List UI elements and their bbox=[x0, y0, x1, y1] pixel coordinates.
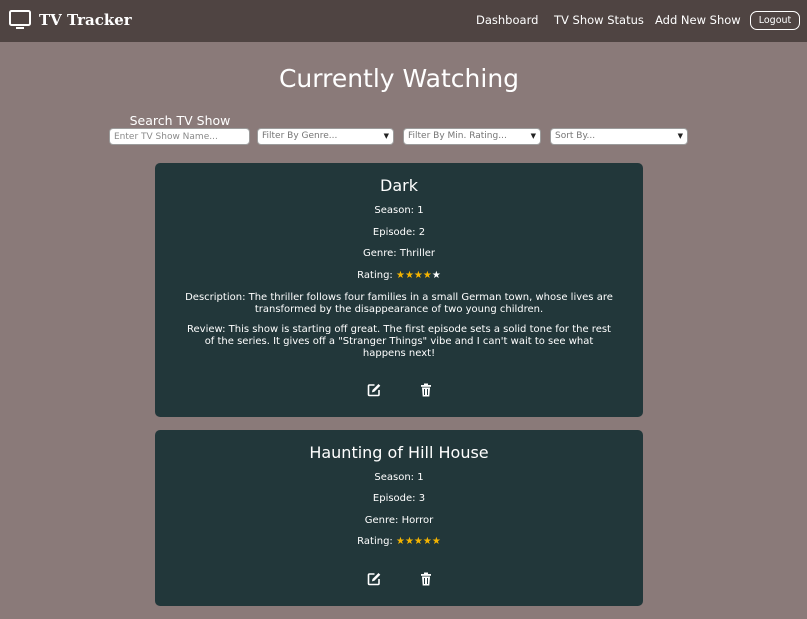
star-filled-icon: ★ bbox=[422, 270, 432, 281]
nav-dashboard[interactable]: Dashboard bbox=[476, 13, 538, 27]
star-filled-icon: ★ bbox=[404, 536, 414, 547]
show-season: Season: 1 bbox=[374, 205, 424, 216]
edit-button[interactable] bbox=[366, 571, 382, 587]
tv-icon bbox=[9, 10, 31, 29]
show-rating: Rating: ★★★★★ bbox=[155, 536, 643, 547]
show-title: Haunting of Hill House bbox=[309, 443, 489, 462]
rating-label: Rating: bbox=[357, 536, 393, 547]
delete-button[interactable] bbox=[418, 571, 434, 587]
show-rating: Rating: ★★★★★ bbox=[155, 270, 643, 281]
rating-filter-value: Filter By Min. Rating... bbox=[408, 131, 507, 141]
star-rating: ★★★★★ bbox=[396, 536, 441, 547]
edit-icon bbox=[367, 573, 381, 586]
logout-button[interactable]: Logout bbox=[750, 11, 800, 30]
navbar: TV Tracker Dashboard TV Show Status Add … bbox=[0, 0, 807, 42]
show-card: Haunting of Hill House Season: 1 Episode… bbox=[155, 430, 643, 606]
show-genre: Genre: Thriller bbox=[363, 248, 435, 259]
show-title: Dark bbox=[380, 176, 418, 195]
page-title: Currently Watching bbox=[278, 64, 520, 93]
show-season: Season: 1 bbox=[374, 472, 424, 483]
sort-select[interactable]: Sort By... ▼ bbox=[550, 128, 688, 145]
show-review: Review: This show is starting off great.… bbox=[187, 324, 611, 359]
chevron-down-icon: ▼ bbox=[383, 132, 389, 140]
trash-icon bbox=[421, 383, 431, 397]
delete-button[interactable] bbox=[418, 382, 434, 398]
chevron-down-icon: ▼ bbox=[530, 132, 536, 140]
show-episode: Episode: 2 bbox=[372, 227, 426, 238]
edit-button[interactable] bbox=[366, 382, 382, 398]
star-filled-icon: ★ bbox=[404, 270, 414, 281]
brand[interactable]: TV Tracker bbox=[9, 8, 132, 32]
genre-filter-select[interactable]: Filter By Genre... ▼ bbox=[257, 128, 394, 145]
rating-label: Rating: bbox=[357, 270, 393, 281]
brand-name: TV Tracker bbox=[39, 11, 132, 29]
nav-tv-show-status[interactable]: TV Show Status bbox=[554, 13, 644, 27]
star-rating: ★★★★★ bbox=[396, 270, 441, 281]
edit-icon bbox=[367, 384, 381, 397]
trash-icon bbox=[421, 572, 431, 586]
rating-filter-select[interactable]: Filter By Min. Rating... ▼ bbox=[403, 128, 541, 145]
star-filled-icon: ★ bbox=[413, 270, 423, 281]
star-filled-icon: ★ bbox=[413, 536, 423, 547]
star-empty-icon: ★ bbox=[431, 270, 441, 281]
star-filled-icon: ★ bbox=[395, 270, 405, 281]
genre-filter-value: Filter By Genre... bbox=[262, 131, 338, 141]
show-episode: Episode: 3 bbox=[372, 493, 426, 504]
sort-value: Sort By... bbox=[555, 131, 596, 141]
show-description: Description: The thriller follows four f… bbox=[185, 292, 613, 315]
show-card: Dark Season: 1 Episode: 2 Genre: Thrille… bbox=[155, 163, 643, 417]
chevron-down-icon: ▼ bbox=[677, 132, 683, 140]
show-genre: Genre: Horror bbox=[364, 515, 434, 526]
star-filled-icon: ★ bbox=[422, 536, 432, 547]
nav-add-new-show[interactable]: Add New Show bbox=[655, 13, 741, 27]
star-filled-icon: ★ bbox=[395, 536, 405, 547]
search-input[interactable] bbox=[109, 128, 250, 145]
star-filled-icon: ★ bbox=[431, 536, 441, 547]
search-label: Search TV Show bbox=[129, 113, 231, 128]
